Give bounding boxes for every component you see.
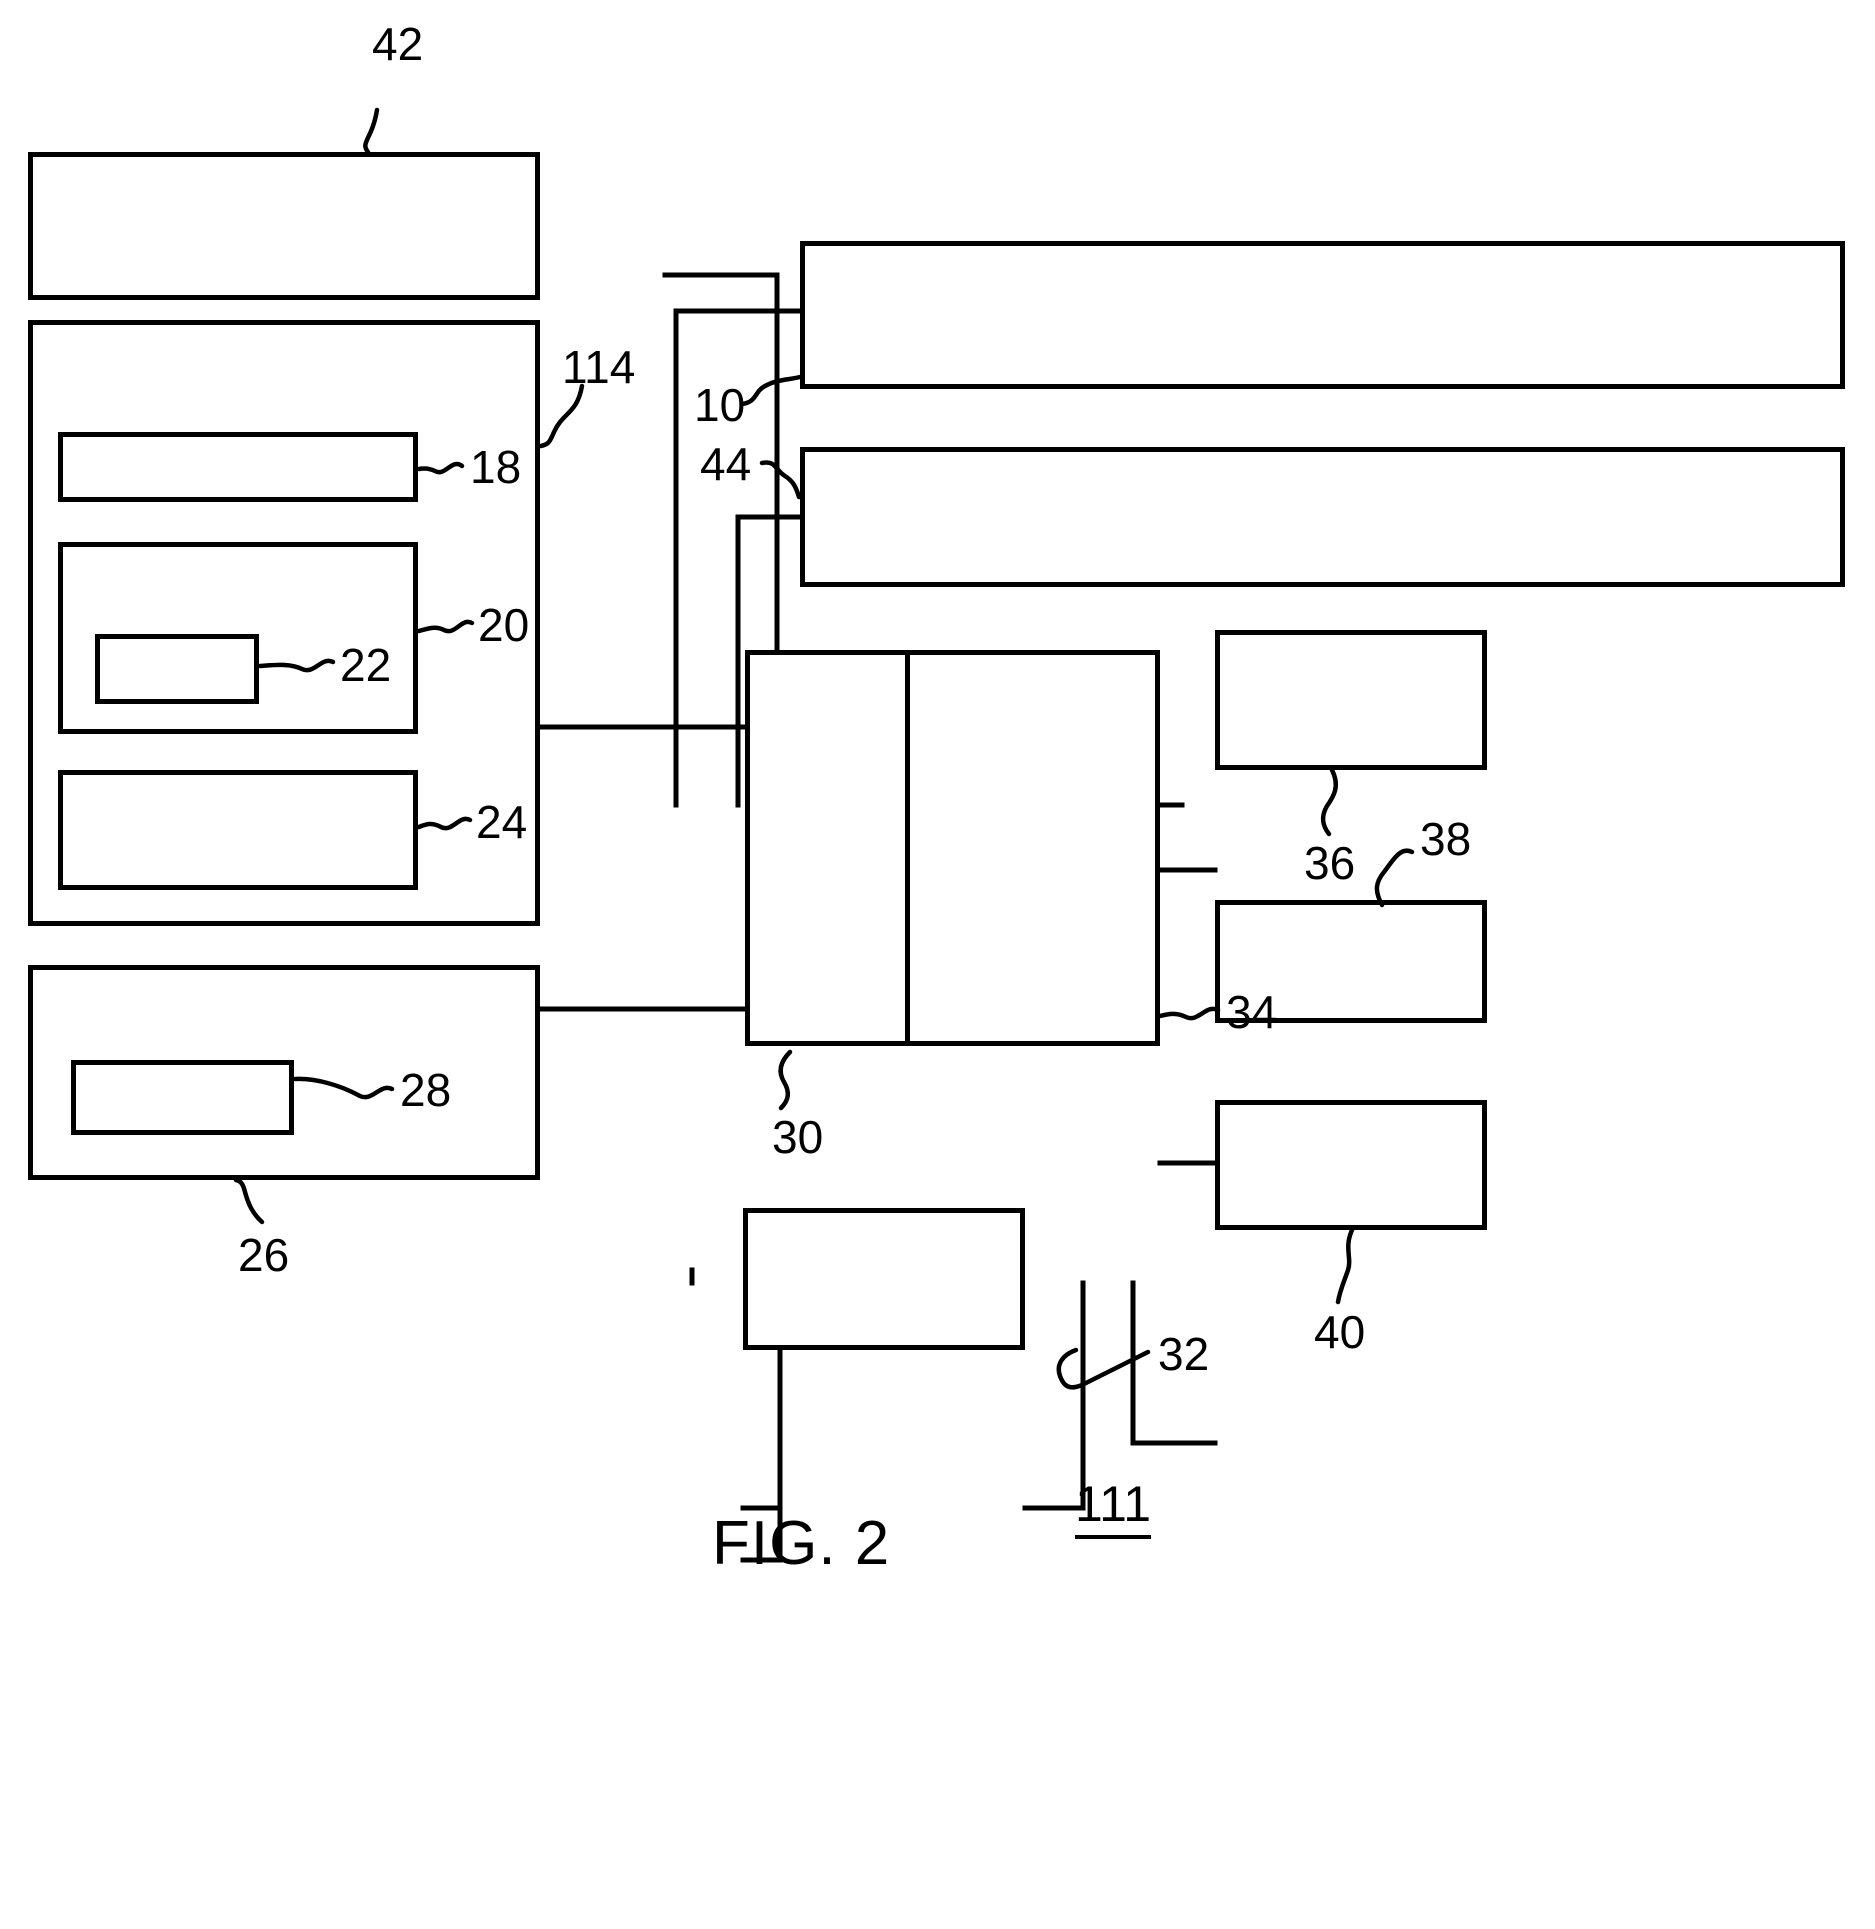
block-ground-speed-sensor <box>28 152 540 300</box>
ref-numeral-44: 44 <box>700 438 752 490</box>
patent-figure: Ground Speed Sensor (e.g., Speedometer) … <box>0 0 1875 1929</box>
ref-numeral-24: 24 <box>476 796 528 848</box>
figure-caption: FIG. 2 <box>712 1509 891 1578</box>
ref-numeral-40: 40 <box>1314 1306 1366 1358</box>
ref-numeral-28: 28 <box>400 1064 452 1116</box>
block-steering-system <box>1215 630 1487 770</box>
ref-numeral-20: 20 <box>478 599 530 651</box>
ref-numeral-26: 26 <box>238 1229 290 1281</box>
block-sensor <box>800 241 1845 389</box>
block-vehicle-controller <box>743 1208 1025 1350</box>
block-path-planning-module <box>58 770 418 890</box>
ref-numeral-10: 10 <box>694 379 746 431</box>
figure-system-reference: 111 <box>1075 1475 1152 1539</box>
block-rules <box>95 634 259 704</box>
ref-numeral-114: 114 <box>562 341 636 393</box>
ref-numeral-42: 42 <box>372 18 424 70</box>
ref-numeral-32: 32 <box>1158 1328 1210 1380</box>
ref-numeral-30: 30 <box>772 1111 824 1163</box>
block-mapping-module <box>58 432 418 502</box>
ref-numeral-22: 22 <box>340 639 392 691</box>
block-secondary-databus <box>905 650 1160 1046</box>
ref-numeral-36: 36 <box>1304 837 1356 889</box>
block-propulsion-system <box>1215 1100 1487 1230</box>
ref-numeral-34: 34 <box>1226 986 1278 1038</box>
ref-numeral-38: 38 <box>1420 813 1472 865</box>
block-rotational-velocity-sensor <box>800 447 1845 587</box>
block-path-plan <box>71 1060 294 1135</box>
ref-numeral-18: 18 <box>470 441 522 493</box>
